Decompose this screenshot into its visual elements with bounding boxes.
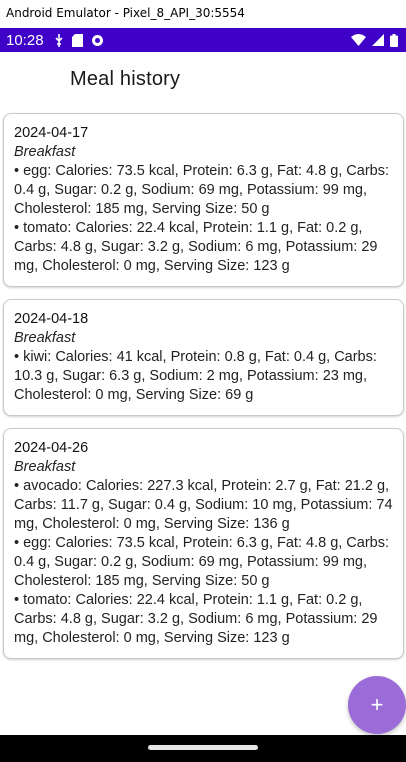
page-title: Meal history bbox=[70, 68, 181, 90]
status-right bbox=[351, 33, 398, 47]
food-item-nutrition: • tomato: Calories: 22.4 kcal, Protein: … bbox=[14, 592, 378, 646]
status-time: 10:28 bbox=[6, 31, 44, 49]
food-item-nutrition: • avocado: Calories: 227.3 kcal, Protein… bbox=[14, 478, 393, 532]
usb-debug-icon bbox=[54, 33, 64, 47]
add-meal-button[interactable]: + bbox=[348, 676, 406, 734]
meal-date: 2024-04-26 bbox=[14, 440, 89, 456]
meal-type: Breakfast bbox=[14, 144, 76, 160]
sd-card-icon bbox=[71, 33, 83, 47]
food-item-nutrition: • kiwi: Calories: 41 kcal, Protein: 0.8 … bbox=[14, 349, 377, 403]
meal-card[interactable]: 2024-04-26 Breakfast • avocado: Calories: … bbox=[3, 428, 404, 659]
add-icon: + bbox=[370, 692, 384, 717]
meal-card[interactable]: 2024-04-18 Breakfast • kiwi: Calories: 41 … bbox=[3, 299, 404, 416]
emulator-window-title: Android Emulator - Pixel_8_API_30:5554 bbox=[0, 0, 406, 28]
sync-icon bbox=[91, 34, 104, 47]
food-item-nutrition: • egg: Calories: 73.5 kcal, Protein: 6.3… bbox=[14, 535, 390, 589]
meal-type: Breakfast bbox=[14, 330, 76, 346]
status-bar: 10:28 bbox=[0, 28, 406, 52]
food-item-nutrition: • egg: Calories: 73.5 kcal, Protein: 6.3… bbox=[14, 163, 390, 217]
home-gesture-handle[interactable] bbox=[148, 745, 258, 750]
meal-date: 2024-04-17 bbox=[14, 125, 89, 141]
meal-history-list[interactable]: 2024-04-17 Breakfast • egg: Calories: 73.5… bbox=[3, 113, 404, 671]
food-item-nutrition: • tomato: Calories: 22.4 kcal, Protein: … bbox=[14, 220, 378, 274]
status-left: 10:28 bbox=[6, 32, 104, 49]
signal-icon bbox=[372, 34, 384, 46]
meal-date: 2024-04-18 bbox=[14, 311, 89, 327]
system-navigation-bar bbox=[0, 735, 406, 762]
app-header: Meal history bbox=[0, 52, 406, 108]
battery-icon bbox=[390, 33, 398, 47]
meal-card[interactable]: 2024-04-17 Breakfast • egg: Calories: 73.5… bbox=[3, 113, 404, 287]
wifi-icon bbox=[351, 34, 366, 46]
meal-type: Breakfast bbox=[14, 459, 76, 475]
